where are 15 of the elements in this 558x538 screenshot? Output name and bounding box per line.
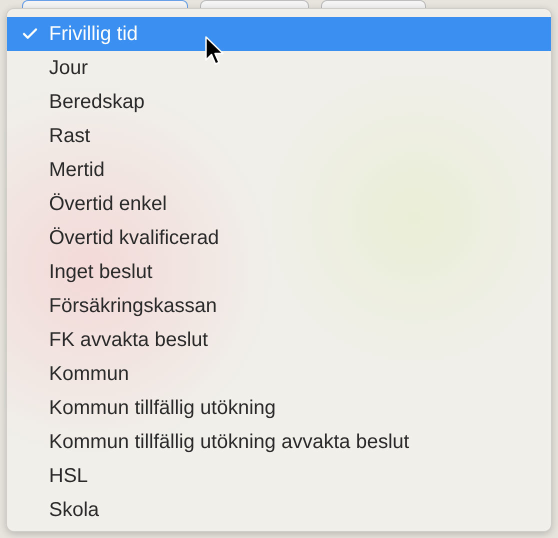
menu-item[interactable]: Rast [7,119,551,153]
menu-item[interactable]: Övertid kvalificerad [7,221,551,255]
menu-item[interactable]: FK avvakta beslut [7,323,551,357]
menu-item[interactable]: Inget beslut [7,255,551,289]
menu-item[interactable]: Kommun [7,357,551,391]
menu-item[interactable]: Jour [7,51,551,85]
cursor-icon [205,36,225,66]
menu-item[interactable]: Övertid enkel [7,187,551,221]
menu-item[interactable]: Skola [7,493,551,527]
menu-item[interactable]: Kommun tillfällig utökning avvakta beslut [7,425,551,459]
menu-item[interactable]: Beredskap [7,85,551,119]
menu-item[interactable]: Kommun tillfällig utökning [7,391,551,425]
menu-item[interactable]: HSL [7,459,551,493]
menu-item[interactable]: Försäkringskassan [7,289,551,323]
menu-item[interactable]: Mertid [7,153,551,187]
